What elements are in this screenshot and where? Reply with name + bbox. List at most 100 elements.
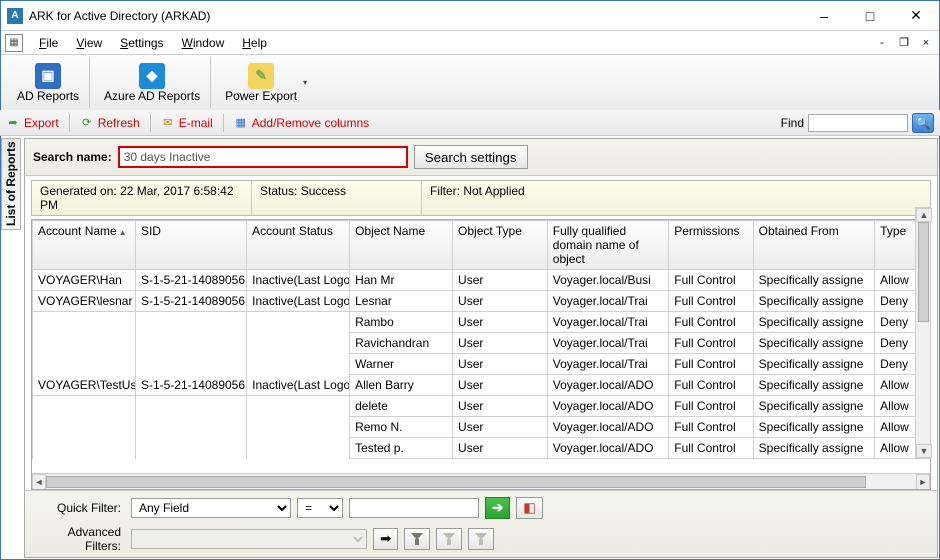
horizontal-scrollbar[interactable]: ◄ ►	[32, 473, 930, 489]
find-label: Find	[781, 116, 804, 130]
cell: Full Control	[669, 291, 753, 312]
cell: Specifically assigne	[753, 396, 874, 417]
cell	[247, 333, 350, 354]
eraser-icon: ◧	[523, 500, 536, 516]
filter-label: Filter:	[430, 184, 460, 198]
mdi-restore-button[interactable]: ❐	[895, 35, 913, 51]
quick-filter-apply-button[interactable]: ➔	[485, 497, 510, 519]
table-row[interactable]: deleteUserVoyager.local/ADOFull ControlS…	[33, 396, 931, 417]
email-button[interactable]: ✉ E-mail	[161, 116, 213, 130]
vertical-scrollbar[interactable]: ▲ ▼	[915, 207, 931, 459]
col-object-name[interactable]: Object Name	[350, 221, 453, 270]
cell: VOYAGER\lesnar	[33, 291, 136, 312]
cell: S-1-5-21-14089056	[135, 375, 246, 396]
add-remove-columns-button[interactable]: ▦ Add/Remove columns	[234, 116, 369, 130]
ribbon-power-export-label: Power Export	[225, 89, 297, 103]
find-input[interactable]	[808, 114, 908, 132]
report-toolbar: ➦ Export ⟳ Refresh ✉ E-mail ▦ Add/Remove…	[0, 110, 940, 136]
cell	[135, 396, 246, 417]
azure-icon: ◆	[139, 63, 165, 89]
mdi-minimize-button[interactable]: -	[873, 35, 891, 51]
scroll-up-arrow-icon[interactable]: ▲	[916, 208, 932, 222]
filter-button-2[interactable]	[436, 528, 462, 550]
report-document: Search name: 30 days Inactive Search set…	[24, 138, 938, 558]
col-obtained-from[interactable]: Obtained From	[753, 221, 874, 270]
menu-settings[interactable]: Settings	[112, 34, 171, 52]
col-account-status[interactable]: Account Status	[247, 221, 350, 270]
window-title: ARK for Active Directory (ARKAD)	[29, 9, 210, 23]
list-of-reports-tab[interactable]: List of Reports	[1, 138, 21, 230]
table-row[interactable]: VOYAGER\lesnarS-1-5-21-14089056Inactive(…	[33, 291, 931, 312]
cell: delete	[350, 396, 453, 417]
cell: Specifically assigne	[753, 312, 874, 333]
mdi-close-button[interactable]: ×	[917, 35, 935, 51]
cell: User	[453, 438, 548, 459]
cell: Specifically assigne	[753, 417, 874, 438]
table-row[interactable]: WarnerUserVoyager.local/TraiFull Control…	[33, 354, 931, 375]
ribbon-azure-reports[interactable]: ◆ Azure AD Reports	[94, 57, 211, 108]
cell: Voyager.local/ADO	[547, 375, 668, 396]
minimize-button[interactable]: –	[801, 1, 847, 31]
find-button[interactable]: 🔍	[912, 113, 934, 133]
menu-app-icon[interactable]: ▦	[5, 34, 23, 52]
table-row[interactable]: VOYAGER\HanS-1-5-21-14089056Inactive(Las…	[33, 270, 931, 291]
search-settings-button[interactable]: Search settings	[414, 145, 528, 169]
search-icon: 🔍	[916, 116, 931, 130]
col-permissions[interactable]: Permissions	[669, 221, 753, 270]
menu-help[interactable]: Help	[234, 34, 275, 52]
ribbon-ad-reports[interactable]: ▣ AD Reports	[7, 57, 90, 108]
table-row[interactable]: VOYAGER\TestUseS-1-5-21-14089056Inactive…	[33, 375, 931, 396]
footer-filters: Quick Filter: Any Field = ➔ ◧ Advanced F…	[25, 490, 937, 557]
cell: Rambo	[350, 312, 453, 333]
filter-button-1[interactable]	[404, 528, 430, 550]
sort-asc-icon: ▲	[119, 228, 127, 237]
cell: Full Control	[669, 396, 753, 417]
table-row[interactable]: RavichandranUserVoyager.local/TraiFull C…	[33, 333, 931, 354]
refresh-button[interactable]: ⟳ Refresh	[80, 116, 140, 130]
cell	[247, 438, 350, 459]
table-row[interactable]: Tested p.UserVoyager.local/ADOFull Contr…	[33, 438, 931, 459]
col-account-name[interactable]: Account Name▲	[33, 221, 136, 270]
cell: S-1-5-21-14089056	[135, 270, 246, 291]
cell: Specifically assigne	[753, 438, 874, 459]
cell: Warner	[350, 354, 453, 375]
maximize-button[interactable]: □	[847, 1, 893, 31]
table-row[interactable]: RamboUserVoyager.local/TraiFull ControlS…	[33, 312, 931, 333]
table-row[interactable]: Remo N.UserVoyager.local/ADOFull Control…	[33, 417, 931, 438]
filter-button-3[interactable]	[468, 528, 494, 550]
export-button[interactable]: ➦ Export	[6, 116, 59, 130]
list-of-reports-label: List of Reports	[4, 142, 18, 227]
col-sid[interactable]: SID	[135, 221, 246, 270]
quick-filter-field-select[interactable]: Any Field	[131, 498, 291, 518]
cell: Full Control	[669, 270, 753, 291]
cell: Remo N.	[350, 417, 453, 438]
quick-filter-value-input[interactable]	[349, 498, 479, 518]
scroll-down-arrow-icon[interactable]: ▼	[916, 444, 932, 458]
advanced-filter-go-button[interactable]: ➡	[373, 528, 398, 550]
cell	[33, 417, 136, 438]
cell: Voyager.local/Trai	[547, 312, 668, 333]
cell: Voyager.local/ADO	[547, 417, 668, 438]
ribbon-power-export[interactable]: ✎ Power Export ▾	[215, 57, 317, 108]
menu-view[interactable]: View	[68, 34, 110, 52]
search-name-input[interactable]: 30 days Inactive	[118, 146, 408, 168]
quick-filter-operator-select[interactable]: =	[297, 498, 343, 518]
col-fqdn[interactable]: Fully qualified domain name of object	[547, 221, 668, 270]
export-icon: ✎	[248, 63, 274, 89]
cell	[247, 417, 350, 438]
columns-icon: ▦	[234, 116, 248, 130]
export-arrow-icon: ➦	[6, 116, 20, 130]
col-object-type[interactable]: Object Type	[453, 221, 548, 270]
menu-file[interactable]: File	[31, 34, 66, 52]
cell: Tested p.	[350, 438, 453, 459]
cell	[135, 417, 246, 438]
close-button[interactable]: ✕	[893, 1, 939, 31]
scroll-left-arrow-icon[interactable]: ◄	[32, 474, 46, 490]
cell: Specifically assigne	[753, 291, 874, 312]
menu-window[interactable]: Window	[174, 34, 233, 52]
cell: Inactive(Last Logo	[247, 291, 350, 312]
dropdown-caret-icon[interactable]: ▾	[303, 78, 307, 87]
scroll-right-arrow-icon[interactable]: ►	[916, 474, 930, 490]
quick-filter-clear-button[interactable]: ◧	[516, 497, 543, 519]
app-icon: A	[7, 8, 23, 24]
